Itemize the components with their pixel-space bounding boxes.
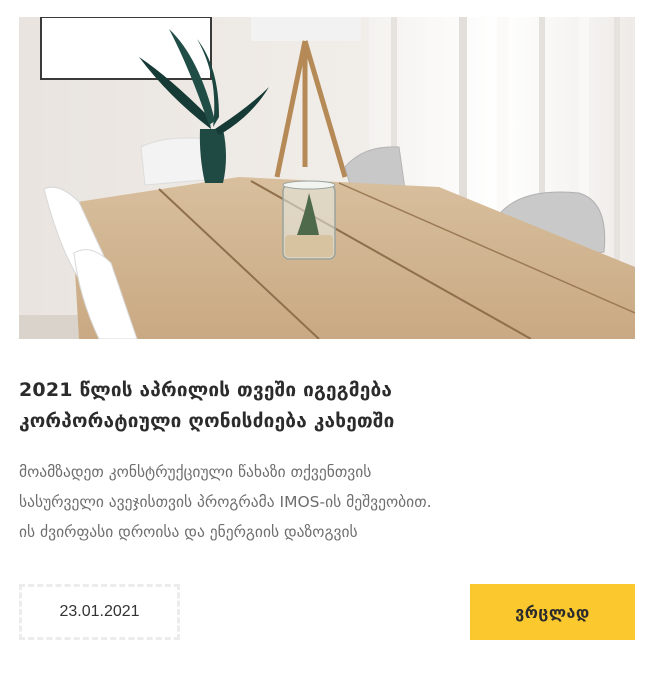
article-image[interactable]	[19, 17, 635, 339]
read-more-button[interactable]: ვრცლად	[470, 584, 635, 640]
article-title[interactable]: 2021 წლის აპრილის თვეში იგეგმება კორპორა…	[19, 375, 635, 437]
article-description-line-1: მოამზადეთ კონსტრუქციული წახაზი თქვენთვის	[19, 463, 372, 481]
article-date: 23.01.2021	[59, 603, 140, 620]
article-description: მოამზადეთ კონსტრუქციული წახაზი თქვენთვის…	[19, 457, 635, 547]
article-title-line-2: კორპორატიული ღონისძიება კახეთში	[19, 410, 395, 432]
news-card: 2021 წლის აპრილის თვეში იგეგმება კორპორა…	[19, 17, 635, 657]
article-description-line-2: სასურველი ავეჯისთვის პროგრამა IMOS-ის მე…	[19, 493, 432, 511]
article-description-line-3: ის ძვირფასი დროისა და ენერგიის დაზოგვის	[19, 523, 358, 541]
article-title-line-1: 2021 წლის აპრილის თვეში იგეგმება	[19, 379, 393, 401]
date-badge: 23.01.2021	[19, 584, 180, 640]
